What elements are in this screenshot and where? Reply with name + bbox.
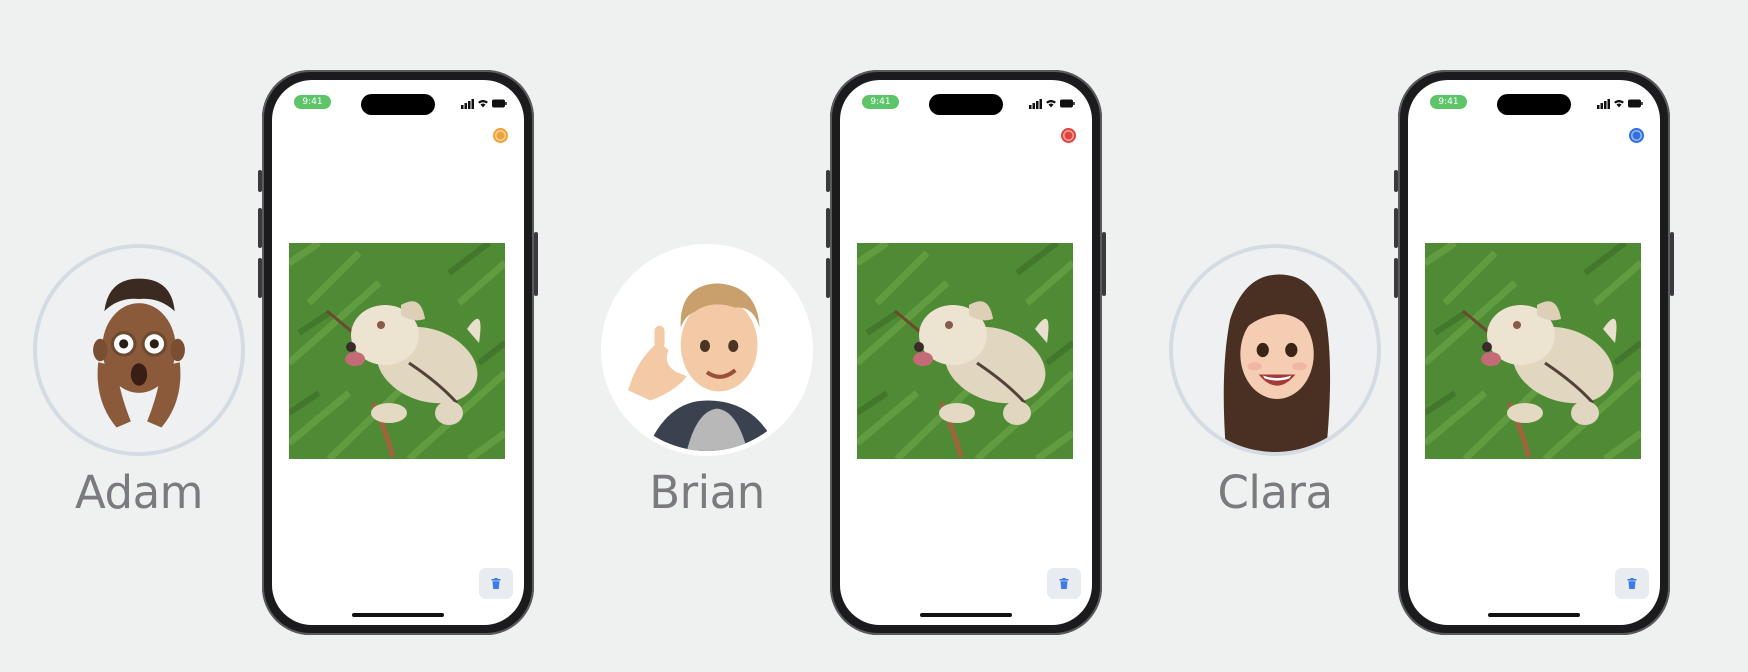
dog-on-grass-photo-icon — [289, 243, 505, 459]
avatar-brian[interactable] — [601, 244, 813, 456]
phone-adam: 9:41 — [258, 70, 538, 635]
side-button — [826, 258, 830, 298]
wifi-icon — [1614, 100, 1624, 108]
side-button — [826, 170, 830, 192]
memoji-brian-icon — [606, 249, 808, 451]
side-button — [1394, 170, 1398, 192]
status-time: 9:41 — [1430, 95, 1467, 109]
side-button — [1670, 232, 1674, 296]
phone-screen: 9:41 — [272, 80, 524, 625]
status-bar-icons — [461, 99, 507, 109]
battery-icon — [1628, 99, 1643, 108]
presence-indicator — [1061, 128, 1076, 143]
side-button — [534, 232, 538, 296]
side-button — [1394, 258, 1398, 298]
avatar-adam[interactable] — [33, 244, 245, 456]
battery-icon — [1060, 99, 1075, 108]
side-button — [258, 258, 262, 298]
shared-photo[interactable] — [857, 243, 1073, 459]
dynamic-island — [929, 94, 1003, 115]
dog-on-grass-photo-icon — [857, 243, 1073, 459]
shared-photo[interactable] — [1425, 243, 1641, 459]
wifi-icon — [1046, 100, 1056, 108]
home-indicator[interactable] — [1488, 613, 1580, 617]
avatar-clara[interactable] — [1169, 244, 1381, 456]
memoji-adam-icon — [37, 248, 241, 452]
side-button — [258, 170, 262, 192]
phone-screen: 9:41 — [1408, 80, 1660, 625]
phone-brian: 9:41 — [826, 70, 1106, 635]
user-name: Adam — [75, 466, 203, 519]
trash-icon — [1059, 578, 1069, 589]
status-bar-icons — [1029, 99, 1075, 109]
battery-icon — [492, 99, 507, 108]
user-name: Clara — [1217, 466, 1333, 519]
user-name: Brian — [649, 466, 765, 519]
side-button — [826, 208, 830, 248]
home-indicator[interactable] — [352, 613, 444, 617]
status-time: 9:41 — [862, 95, 899, 109]
dog-on-grass-photo-icon — [1425, 243, 1641, 459]
dynamic-island — [361, 94, 435, 115]
side-button — [1102, 232, 1106, 296]
trash-icon — [491, 578, 501, 589]
shared-photo[interactable] — [289, 243, 505, 459]
phone-screen: 9:41 — [840, 80, 1092, 625]
presence-indicator — [493, 128, 508, 143]
home-indicator[interactable] — [920, 613, 1012, 617]
signal-icon — [1597, 99, 1610, 109]
side-button — [1394, 208, 1398, 248]
presence-indicator — [1629, 128, 1644, 143]
user-group-clara: Clara 9:41 — [1136, 0, 1704, 672]
signal-icon — [1029, 99, 1042, 109]
user-group-adam: Adam 9:41 — [0, 0, 568, 672]
signal-icon — [461, 99, 474, 109]
trash-icon — [1627, 578, 1637, 589]
phone-clara: 9:41 — [1394, 70, 1674, 635]
trash-button[interactable] — [1615, 568, 1649, 599]
memoji-clara-icon — [1173, 248, 1377, 452]
dynamic-island — [1497, 94, 1571, 115]
trash-button[interactable] — [1047, 568, 1081, 599]
side-button — [258, 208, 262, 248]
status-bar-icons — [1597, 99, 1643, 109]
user-group-brian: Brian 9:41 — [568, 0, 1136, 672]
trash-button[interactable] — [479, 568, 513, 599]
status-time: 9:41 — [294, 95, 331, 109]
wifi-icon — [478, 100, 488, 108]
